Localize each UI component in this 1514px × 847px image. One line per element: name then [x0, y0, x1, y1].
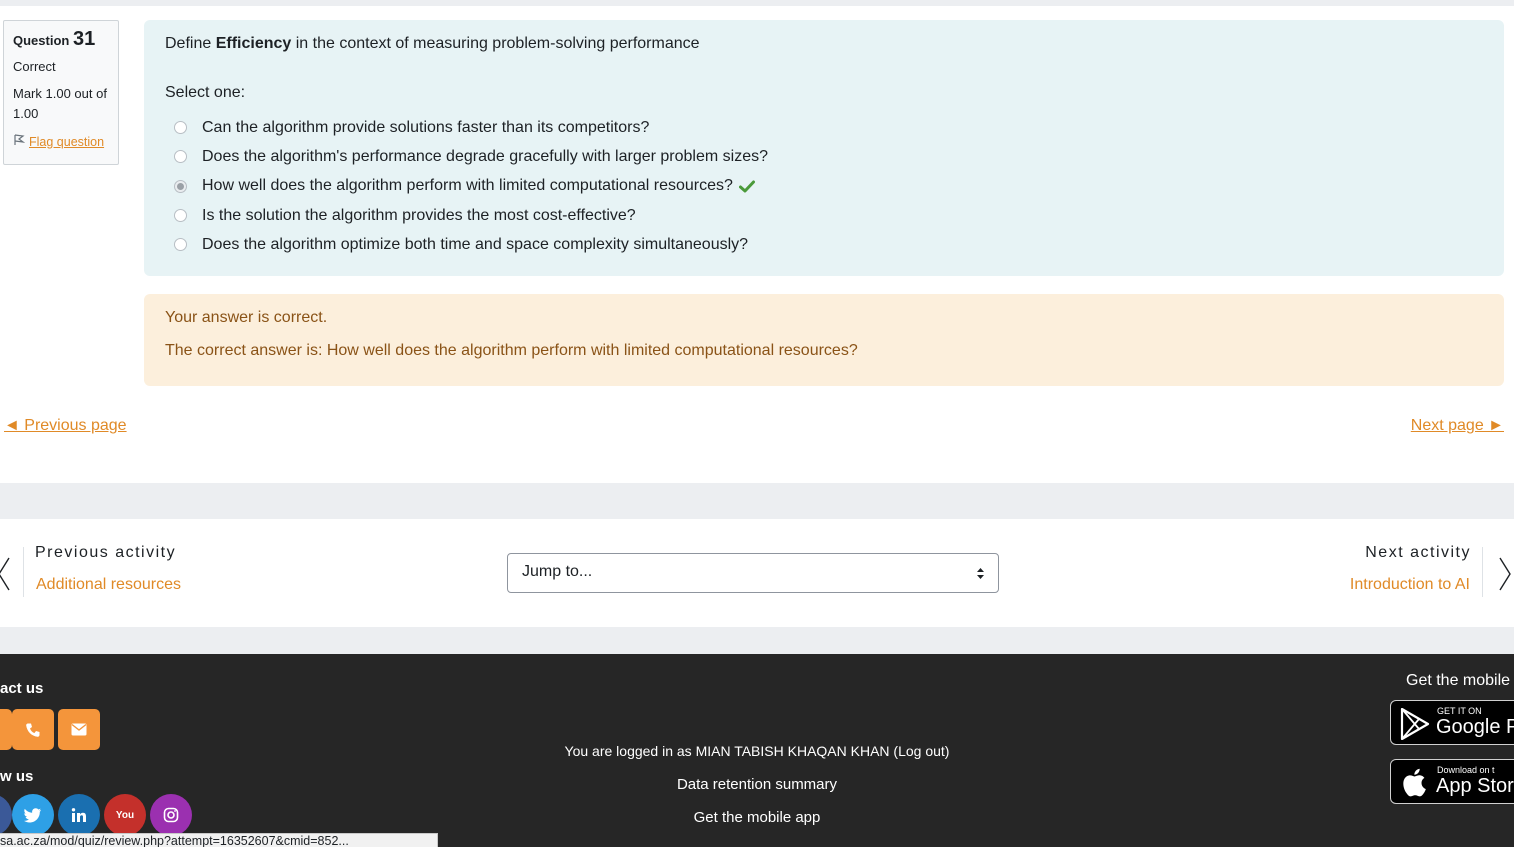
- select-one-prompt: Select one:: [165, 84, 246, 101]
- section-divider: [0, 483, 1514, 519]
- question-text-prefix: Define: [165, 35, 212, 52]
- chevron-right-icon[interactable]: [1498, 557, 1512, 596]
- answer-label: Can the algorithm provide solutions fast…: [202, 118, 650, 136]
- envelope-icon: [71, 723, 87, 736]
- activity-navigation: Previous activity Additional resources J…: [0, 519, 1514, 627]
- google-play-small-text: GET IT ON: [1437, 706, 1482, 716]
- question-text: Define Efficiency in the context of meas…: [165, 34, 1483, 54]
- previous-activity[interactable]: Previous activity Additional resources: [0, 519, 220, 627]
- phone-icon: [26, 723, 40, 737]
- question-grade: Mark 1.00 out of 1.00: [13, 86, 107, 121]
- answer-radio[interactable]: [174, 238, 187, 252]
- divider: [1482, 547, 1483, 597]
- answer-option-2[interactable]: Does the algorithm's performance degrade…: [165, 142, 1483, 171]
- contact-heading: act us: [0, 680, 44, 697]
- next-activity-label: Next activity: [1365, 544, 1471, 561]
- question-number-label: Question: [13, 33, 70, 48]
- jump-to-select[interactable]: Jump to...: [507, 553, 999, 593]
- question-number-value: 31: [72, 28, 96, 50]
- previous-activity-link[interactable]: Additional resources: [36, 576, 181, 594]
- browser-status-url: sa.ac.za/mod/quiz/review.php?attempt=163…: [0, 833, 438, 847]
- next-page-link[interactable]: Next page ►: [1411, 417, 1504, 435]
- section-divider: [0, 627, 1514, 654]
- answer-radio[interactable]: [174, 150, 187, 164]
- footer: act us w us You You are logged in as MIA…: [0, 654, 1514, 847]
- app-store-badge[interactable]: Download on t App Stor: [1390, 759, 1514, 804]
- feedback-panel: Your answer is correct. The correct answ…: [144, 294, 1504, 386]
- answer-list: Can the algorithm provide solutions fast…: [165, 113, 1483, 259]
- answer-label: Does the algorithm's performance degrade…: [202, 147, 768, 165]
- feedback-status: Your answer is correct.: [165, 309, 328, 326]
- answer-label: Is the solution the algorithm provides t…: [202, 206, 636, 224]
- question-number: Question 31: [13, 29, 109, 51]
- google-play-big-text: Google Pla: [1436, 716, 1514, 738]
- jump-to-value: Jump to...: [522, 563, 593, 580]
- answer-option-3[interactable]: How well does the algorithm perform with…: [165, 172, 1483, 201]
- answer-option-1[interactable]: Can the algorithm provide solutions fast…: [165, 113, 1483, 142]
- apple-icon: [1403, 767, 1429, 802]
- top-border: [0, 0, 1514, 6]
- answer-option-5[interactable]: Does the algorithm optimize both time an…: [165, 230, 1483, 259]
- question-info: Question 31 Correct Mark 1.00 out of 1.0…: [3, 20, 119, 165]
- question-text-term: Efficiency: [215, 35, 292, 52]
- flag-question[interactable]: Flag question: [13, 132, 109, 152]
- previous-page-link[interactable]: ◄ Previous page: [4, 417, 127, 435]
- select-caret-icon: [976, 567, 985, 585]
- next-activity[interactable]: Next activity Introduction to AI: [1294, 519, 1514, 627]
- answer-label: Does the algorithm optimize both time an…: [202, 235, 749, 253]
- logged-in-text[interactable]: You are logged in as MIAN TABISH KHAQAN …: [0, 743, 1514, 759]
- flag-icon: [13, 132, 26, 152]
- previous-activity-label: Previous activity: [35, 544, 177, 561]
- correct-answer-text: The correct answer is: How well does the…: [165, 342, 858, 359]
- data-retention-link[interactable]: Data retention summary: [0, 776, 1514, 793]
- correct-check-icon: [738, 180, 755, 193]
- google-play-icon: [1400, 707, 1430, 744]
- question-state: Correct: [13, 59, 56, 74]
- app-store-big-text: App Stor: [1436, 775, 1514, 797]
- question-panel: Define Efficiency in the context of meas…: [144, 20, 1504, 276]
- answer-option-4[interactable]: Is the solution the algorithm provides t…: [165, 201, 1483, 230]
- get-mobile-app-link[interactable]: Get the mobile app: [0, 809, 1514, 826]
- answer-label: How well does the algorithm perform with…: [202, 177, 733, 195]
- google-play-badge[interactable]: GET IT ON Google Pla: [1390, 700, 1514, 745]
- answer-radio[interactable]: [174, 209, 187, 223]
- get-mobile-app-heading: Get the mobile: [1406, 672, 1511, 689]
- answer-radio[interactable]: [174, 121, 187, 135]
- question-text-suffix: in the context of measuring problem-solv…: [295, 35, 700, 52]
- next-activity-link[interactable]: Introduction to AI: [1350, 576, 1470, 594]
- app-store-small-text: Download on t: [1437, 765, 1495, 775]
- flag-question-link[interactable]: Flag question: [29, 132, 104, 152]
- answer-radio-selected[interactable]: [174, 179, 187, 193]
